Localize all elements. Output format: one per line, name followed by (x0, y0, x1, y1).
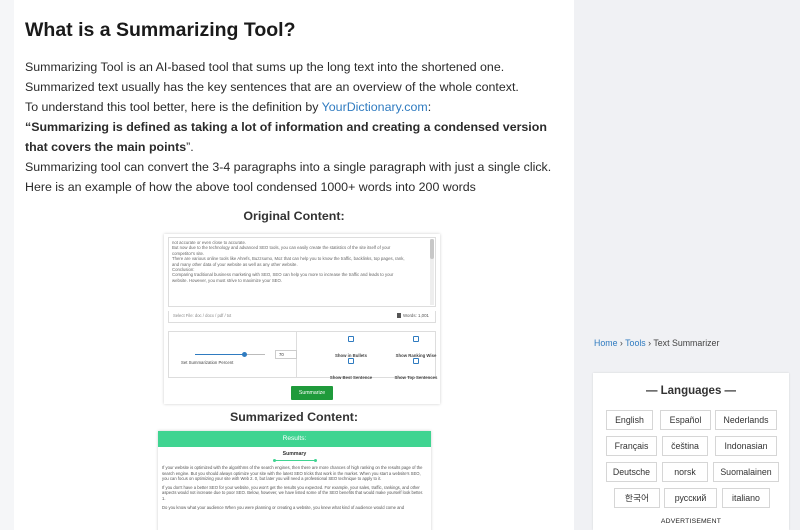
percent-label: Set Summarization Percent (181, 360, 234, 365)
languages-title: — Languages — (645, 385, 737, 397)
quote-text: Summarizing is defined as taking a lot o… (25, 120, 547, 154)
summarize-button[interactable]: Summarize (291, 386, 333, 400)
result-paragraph: Do you know what your audience When you … (162, 504, 405, 510)
slider-knob[interactable] (241, 352, 247, 357)
textarea-line: website. However, you must strive to max… (172, 277, 283, 283)
percent-select[interactable]: 70 (275, 350, 297, 359)
language-suomalainen[interactable]: Suomalainen (713, 462, 779, 482)
intro-paragraph: Summarizing Tool is an AI-based tool tha… (25, 60, 519, 94)
breadcrumb-separator: › (648, 338, 652, 348)
language-english[interactable]: English (606, 410, 653, 430)
checkbox[interactable] (348, 358, 354, 364)
show-top-sentences-option[interactable]: Show Top Sentences (381, 358, 451, 384)
languages-card: — Languages — English Español Nederlands… (593, 373, 789, 530)
breadcrumb-separator: › (619, 338, 623, 348)
language-nederlands[interactable]: Nederlands (715, 410, 777, 430)
language-korean[interactable]: 한국어 (614, 488, 660, 508)
slider-fill (195, 354, 244, 355)
definition-suffix: : (427, 100, 432, 114)
percent-panel: 70 Set Summarization Percent (169, 332, 297, 377)
example-paragraph: Here is an example of how the above tool… (25, 180, 476, 194)
language-indonasian[interactable]: Indonasian (715, 436, 777, 456)
advertisement-label: ADVERTISEMENT (660, 518, 722, 525)
select-file-button[interactable]: Select File: doc / docx / pdf / txt (173, 313, 231, 318)
show-best-sentence-option[interactable]: Show Best Sentence (316, 358, 386, 384)
article-content: What is a Summarizing Tool? Summarizing … (14, 0, 574, 530)
definition-prefix: To understand this tool better, here is … (25, 100, 322, 114)
yourdictionary-link[interactable]: YourDictionary.com (322, 100, 428, 114)
results-header: Results: (158, 431, 431, 447)
summary-options: 70 Set Summarization Percent Show in Bul… (168, 331, 437, 380)
results-text: If your website is optimized with the al… (158, 461, 431, 510)
definition-quote: “Summarizing is defined as taking a lot … (25, 117, 570, 157)
language-cestina[interactable]: čeština (662, 436, 708, 456)
result-paragraph: If you don't have a better SEO for your … (162, 484, 424, 501)
input-textarea[interactable]: not accurate or even close to accurate. B… (168, 237, 436, 307)
option-label: Show Top Sentences (394, 375, 438, 380)
result-paragraph: If your website is optimized with the al… (162, 465, 423, 482)
language-francais[interactable]: Français (606, 436, 657, 456)
definition-paragraph: To understand this tool better, here is … (25, 97, 570, 117)
breadcrumb-home[interactable]: Home (594, 338, 617, 348)
summary-divider (272, 459, 317, 462)
language-russian[interactable]: русский (664, 488, 717, 508)
results-card: Results: Summary If your website is opti… (158, 431, 431, 530)
breadcrumb-current: Text Summarizer (653, 338, 720, 348)
sidebar: Home › Tools › Text Summarizer — Languag… (574, 0, 800, 530)
checkbox[interactable] (348, 336, 354, 342)
textarea-scroll-thumb[interactable] (430, 239, 434, 259)
checkbox[interactable] (413, 358, 419, 364)
word-count: Words: 1,001 (396, 313, 429, 319)
article-title: What is a Summarizing Tool? (25, 19, 296, 41)
summarized-content-heading: Summarized Content: (229, 410, 359, 424)
document-icon (396, 313, 401, 319)
textarea-footer: Select File: doc / docx / pdf / txt Word… (168, 311, 436, 323)
convert-paragraph: Summarizing tool can convert the 3-4 par… (25, 160, 552, 174)
language-italiano[interactable]: italiano (722, 488, 770, 508)
language-norsk[interactable]: norsk (662, 462, 708, 482)
summary-label: Summary (282, 451, 307, 457)
checkbox[interactable] (413, 336, 419, 342)
textarea-line: There are various online tools like Ahre… (172, 256, 405, 262)
breadcrumb-tools[interactable]: Tools (625, 338, 646, 348)
breadcrumb: Home › Tools › Text Summarizer (594, 338, 719, 348)
language-deutsche[interactable]: Deutsche (606, 462, 657, 482)
original-content-heading: Original Content: (243, 209, 345, 223)
language-espanol[interactable]: Español (660, 410, 711, 430)
original-tool-screenshot: not accurate or even close to accurate. B… (164, 234, 440, 404)
option-label: Show Best Sentence (329, 375, 373, 380)
quote-close-mark: ”. (186, 140, 194, 154)
textarea-lines: not accurate or even close to accurate. B… (172, 240, 432, 283)
percent-slider[interactable] (195, 352, 265, 357)
word-count-text: Words: 1,001 (402, 313, 429, 318)
